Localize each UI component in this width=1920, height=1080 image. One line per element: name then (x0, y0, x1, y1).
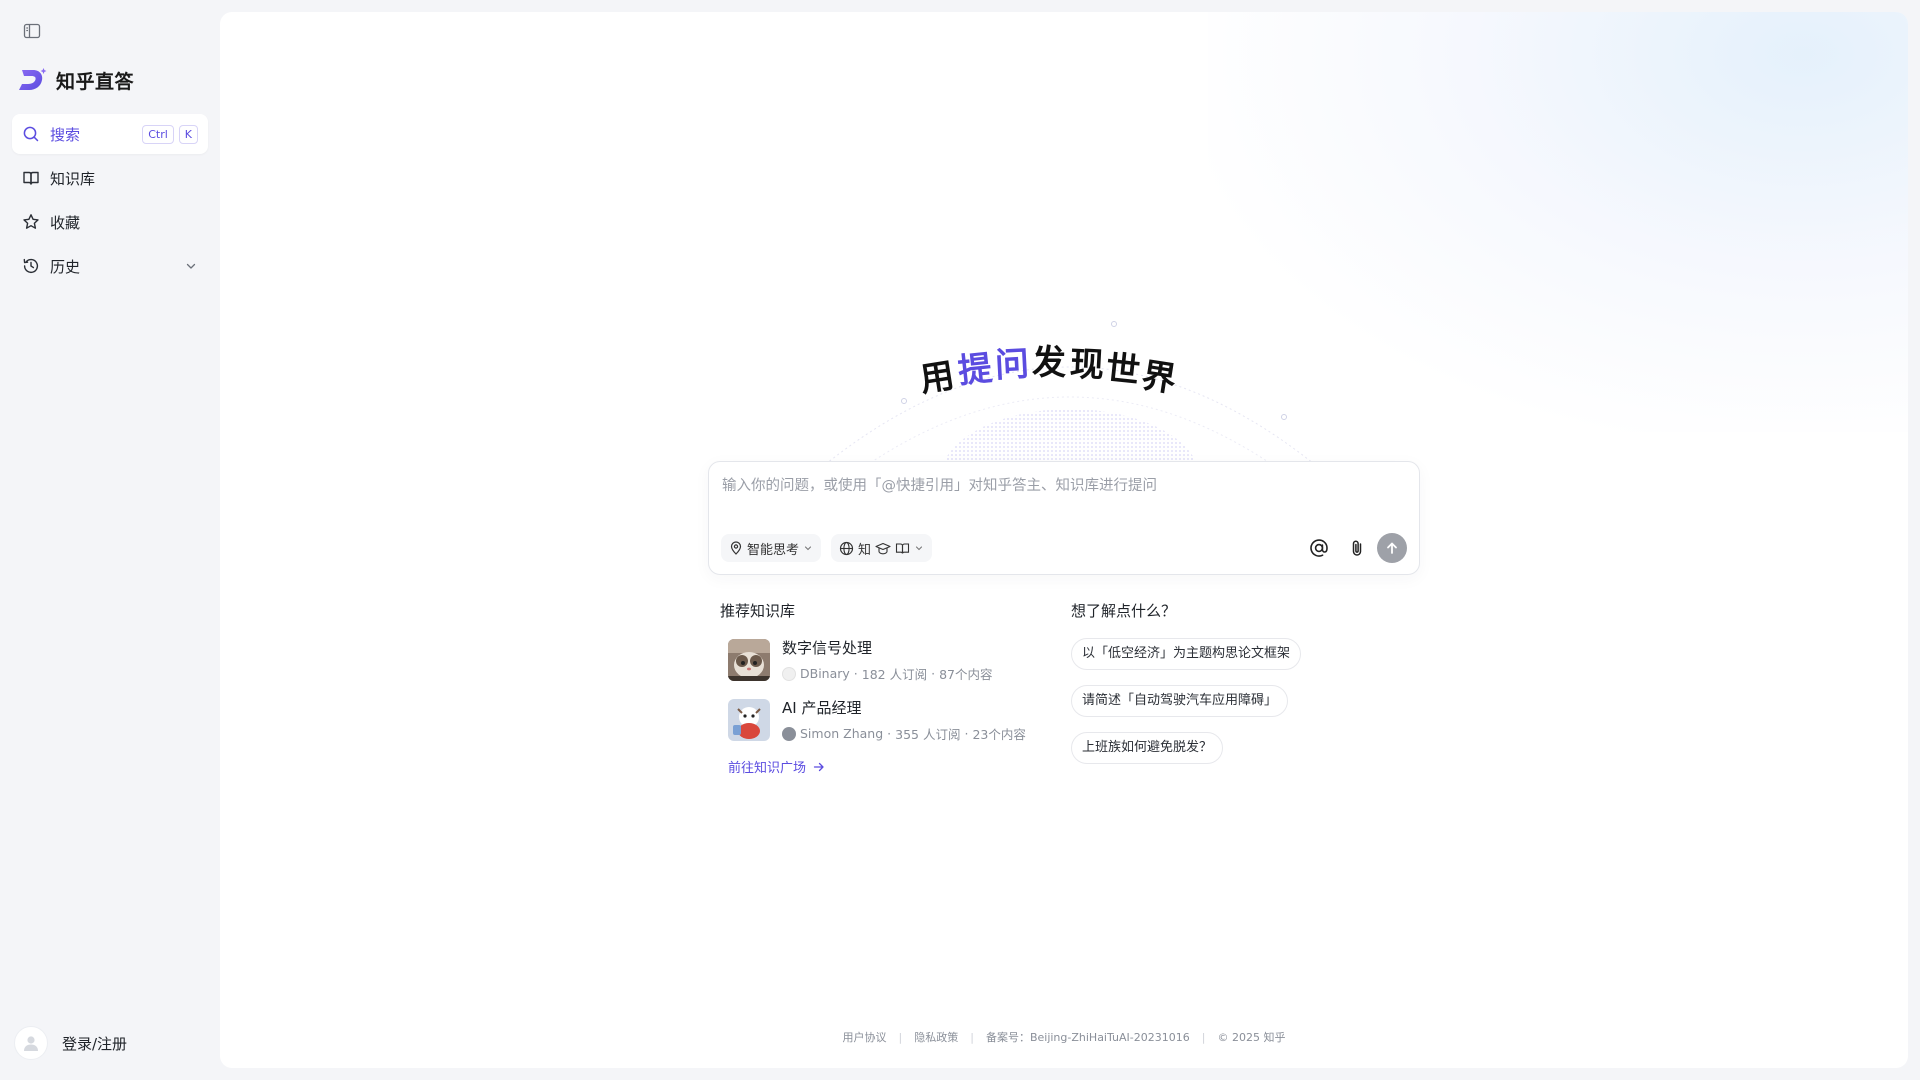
sidebar: 知乎直答 搜索 Ctrl K 知识库 收藏 历史 登录/注册 (0, 0, 220, 1080)
hero-char: 界 (1139, 356, 1179, 401)
sidebar-item-label: 收藏 (50, 213, 81, 232)
chevron-down-icon[interactable] (184, 259, 198, 273)
graduation-cap-icon (875, 542, 891, 554)
hero-char-accent: 提 (956, 348, 994, 391)
hero-char-accent: 问 (994, 344, 1030, 386)
knowledge-plaza-link[interactable]: 前往知识广场 (720, 757, 1050, 776)
history-clock-icon (23, 258, 39, 274)
kb-content-count: 23个内容 (972, 727, 1026, 742)
sidebar-item-label: 历史 (50, 257, 81, 276)
sidebar-item-knowledge-base[interactable]: 知识库 (12, 158, 208, 198)
hero-char: 现 (1069, 344, 1105, 386)
sidebar-nav: 搜索 Ctrl K 知识库 收藏 历史 (12, 114, 208, 290)
hero-title: 用 提 问 发 现 世 界 (917, 343, 1179, 401)
kb-author: Simon Zhang (800, 726, 884, 741)
privacy-policy-link[interactable]: 隐私政策 (914, 1029, 958, 1045)
question-input[interactable] (722, 474, 1402, 498)
hero-char: 世 (1104, 348, 1142, 391)
search-icon (23, 126, 39, 142)
kb-title: AI 产品经理 (782, 699, 862, 717)
location-pin-icon (730, 541, 742, 555)
question-box: 智能思考 知 (708, 461, 1420, 575)
kb-meta: Simon Zhang · 355 人订阅 · 23个内容 (782, 724, 1026, 743)
kb-content-count: 87个内容 (939, 667, 993, 682)
hero-char: 发 (1032, 343, 1066, 383)
kbd-ctrl: Ctrl (142, 124, 174, 144)
book-icon (895, 542, 910, 554)
brand-name: 知乎直答 (56, 70, 135, 93)
login-button[interactable]: 登录/注册 (14, 1026, 127, 1060)
chevron-down-icon (915, 546, 923, 551)
sidebar-item-search[interactable]: 搜索 Ctrl K (12, 114, 208, 154)
user-icon (24, 1036, 38, 1051)
book-icon (23, 171, 39, 185)
sidebar-item-label: 搜索 (50, 125, 81, 144)
suggestion-chip[interactable]: 上班族如何避免脱发？ (1071, 732, 1224, 764)
kb-meta: DBinary · 182 人订阅 · 87个内容 (782, 664, 993, 683)
kb-author: DBinary (800, 666, 850, 681)
smart-think-label: 智能思考 (747, 542, 800, 558)
sidebar-toggle-icon[interactable] (20, 19, 44, 43)
source-dropdown[interactable]: 知 (831, 534, 933, 562)
section-title: 推荐知识库 (720, 602, 796, 620)
kbd-k: K (178, 124, 198, 144)
main-panel: 用 提 问 发 现 世 界 智能思考 知 (220, 12, 1908, 1068)
suggestion-list: 以「低空经济」为主题构思论文框架 请简述「自动驾驶汽车应用障碍」 上班族如何避免… (1071, 622, 1401, 764)
section-title: 想了解点什么？ (1071, 602, 1177, 620)
arrow-up-icon (1387, 542, 1397, 554)
globe-icon (839, 541, 854, 555)
kb-item[interactable]: 数字信号处理 DBinary · 182 人订阅 · 87个内容 (720, 637, 1050, 683)
zhihu-source-label: 知 (858, 542, 872, 558)
kb-cover-image (728, 639, 770, 681)
arrow-right-icon (813, 762, 824, 771)
at-mention-icon[interactable] (1305, 534, 1333, 562)
brand-logo[interactable]: 知乎直答 (18, 66, 134, 94)
shortcut-keys: Ctrl K (142, 124, 198, 144)
sidebar-item-label: 知识库 (50, 169, 96, 188)
login-label: 登录/注册 (62, 1034, 128, 1053)
zhida-logo-icon (19, 68, 47, 90)
star-icon (23, 214, 39, 229)
plaza-link-label: 前往知识广场 (728, 761, 807, 776)
author-avatar (782, 666, 796, 681)
user-agreement-link[interactable]: 用户协议 (843, 1029, 887, 1045)
sidebar-item-history[interactable]: 历史 (12, 246, 208, 286)
avatar (14, 1026, 48, 1060)
author-avatar (782, 726, 796, 741)
hero-char: 用 (917, 356, 957, 401)
suggestion-chip[interactable]: 请简述「自动驾驶汽车应用障碍」 (1071, 685, 1289, 717)
recommended-knowledge-bases: 推荐知识库 数字信号处理 DBinary · 182 人订阅 · 87个内容 A… (720, 600, 1050, 776)
send-button[interactable] (1377, 533, 1407, 563)
kb-subscribers: 182 人订阅 (861, 667, 928, 682)
chevron-down-icon (804, 546, 812, 551)
copyright: © 2025 知乎 (1217, 1031, 1286, 1044)
kb-cover-image (728, 699, 770, 741)
icp-record-link[interactable]: 备案号：Beijing-ZhiHaiTuAI-20231016 (986, 1029, 1190, 1045)
kb-title: 数字信号处理 (782, 639, 873, 657)
suggestion-chip[interactable]: 以「低空经济」为主题构思论文框架 (1071, 638, 1302, 670)
smart-think-dropdown[interactable]: 智能思考 (721, 534, 822, 562)
hero: 用 提 问 发 现 世 界 (790, 297, 1350, 477)
attachment-icon[interactable] (1343, 534, 1371, 562)
sidebar-item-favorites[interactable]: 收藏 (12, 202, 208, 242)
suggested-questions: 想了解点什么？ 以「低空经济」为主题构思论文框架 请简述「自动驾驶汽车应用障碍」… (1071, 600, 1401, 764)
kb-subscribers: 355 人订阅 (895, 727, 961, 742)
kb-item[interactable]: AI 产品经理 Simon Zhang · 355 人订阅 · 23个内容 (720, 697, 1050, 743)
footer: 用户协议 | 隐私政策 | 备案号：Beijing-ZhiHaiTuAI-202… (842, 1029, 1286, 1045)
